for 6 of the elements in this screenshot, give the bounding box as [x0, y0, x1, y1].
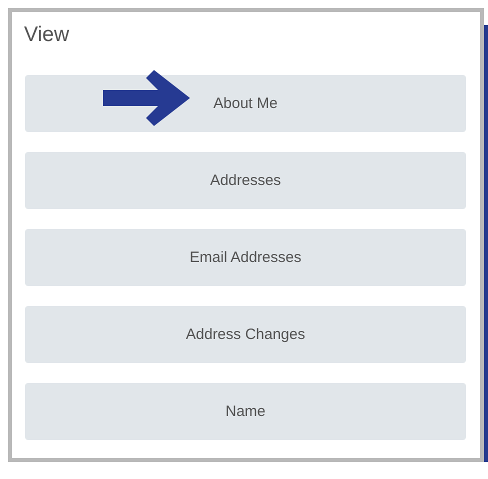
panel-title: View [24, 22, 70, 48]
menu-button[interactable]: Addresses [25, 152, 466, 209]
menu-button[interactable]: About Me [25, 75, 466, 132]
menu-button[interactable]: Name [25, 383, 466, 440]
menu-button[interactable]: Address Changes [25, 306, 466, 363]
menu-button[interactable]: Email Addresses [25, 229, 466, 286]
